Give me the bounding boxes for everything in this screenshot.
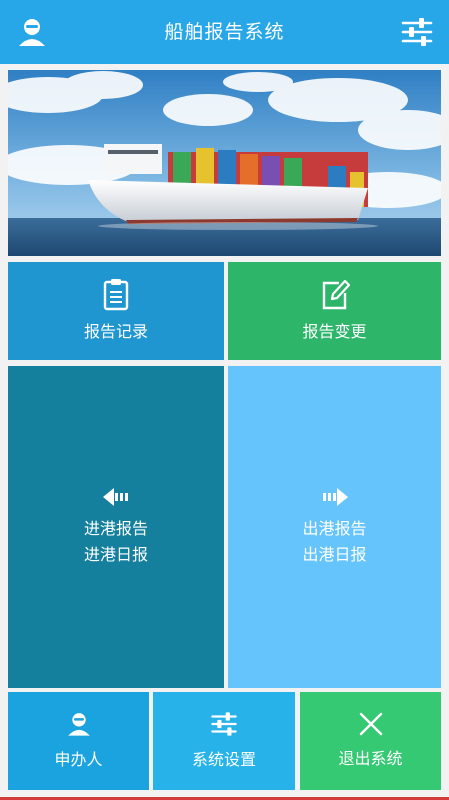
inbound-report-label: 进港报告 [83, 519, 148, 538]
applicant-tile[interactable]: 申办人 [8, 692, 149, 790]
page-title: 船舶报告系统 [164, 21, 285, 43]
ship-banner-image [8, 70, 441, 256]
inbound-daily-label: 进港日报 [83, 545, 148, 564]
settings-sliders-icon [209, 709, 239, 739]
report-change-label: 报告变更 [302, 322, 367, 341]
close-icon [357, 710, 385, 738]
arrow-left-icon [101, 486, 131, 508]
system-settings-label: 系统设置 [191, 750, 256, 769]
applicant-label: 申办人 [54, 750, 103, 769]
outbound-report-tile[interactable]: 出港报告 出港日报 [228, 366, 441, 688]
app-header: 船舶报告系统 [0, 0, 449, 64]
outbound-report-label: 出港报告 [302, 519, 367, 538]
settings-sliders-icon [401, 18, 433, 46]
report-record-tile[interactable]: 报告记录 [8, 262, 224, 360]
outbound-daily-label: 出港日报 [302, 545, 367, 564]
exit-system-tile[interactable]: 退出系统 [300, 692, 441, 790]
report-change-tile[interactable]: 报告变更 [228, 262, 441, 360]
arrow-right-icon [320, 486, 350, 508]
report-record-label: 报告记录 [83, 322, 148, 341]
clipboard-icon [100, 277, 132, 311]
inbound-report-tile[interactable]: 进港报告 进港日报 [8, 366, 224, 688]
user-icon [64, 709, 94, 739]
exit-system-label: 退出系统 [338, 749, 403, 768]
settings-button[interactable] [399, 14, 435, 50]
edit-icon [319, 277, 351, 311]
system-settings-tile[interactable]: 系统设置 [153, 692, 295, 790]
